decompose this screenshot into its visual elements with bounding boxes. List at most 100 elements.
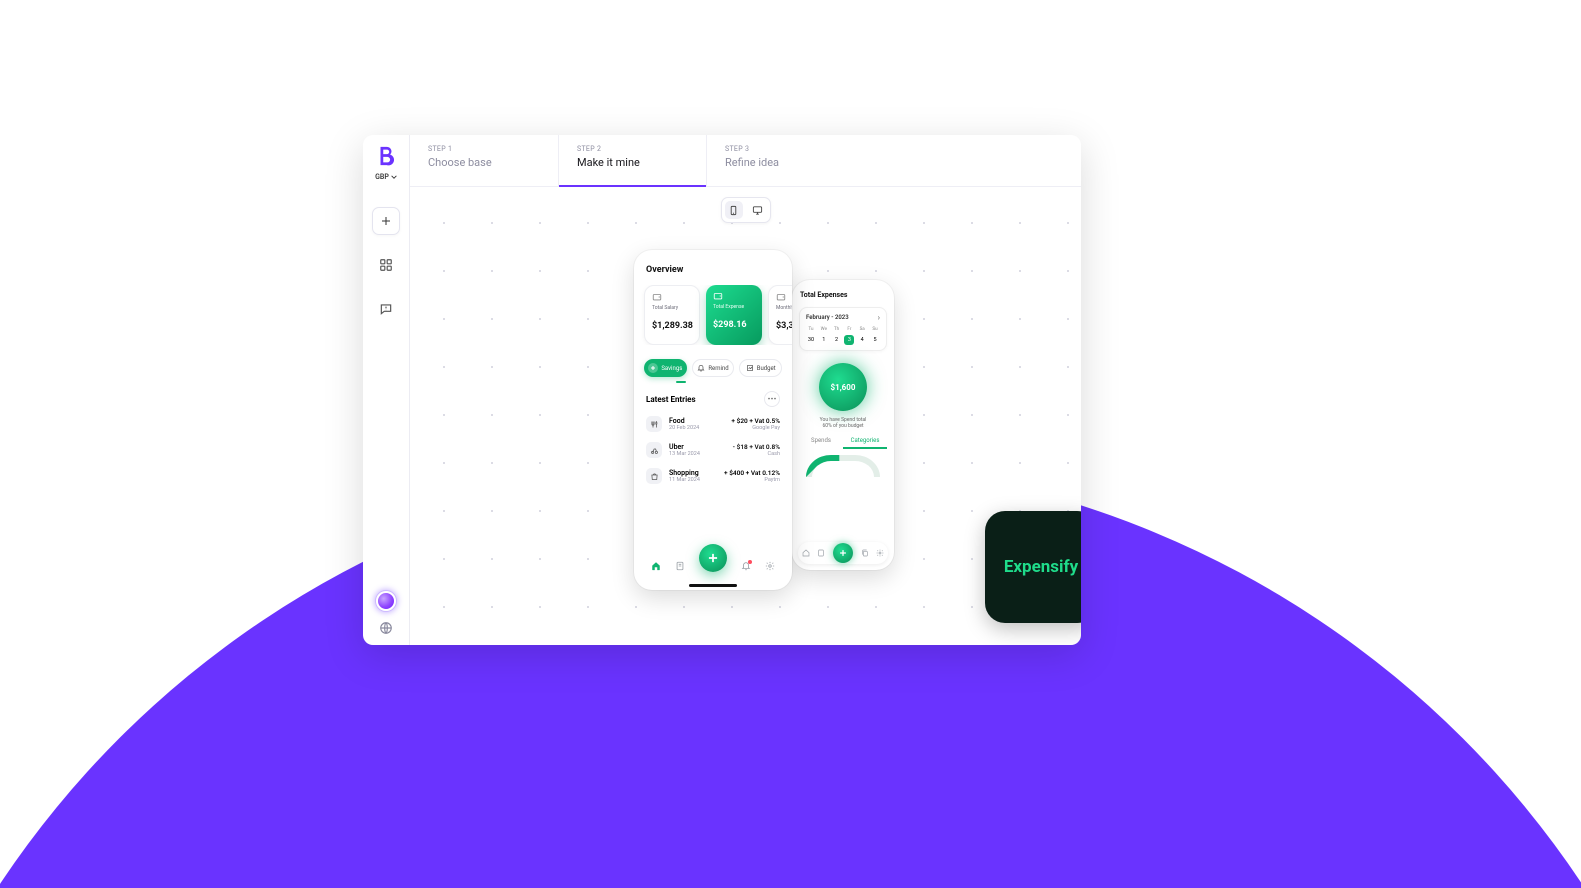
- bell-icon: [697, 364, 705, 372]
- chip-label: Budget: [757, 365, 776, 372]
- chip-label: Savings: [661, 365, 682, 372]
- screen-title: Total Expenses: [792, 280, 894, 307]
- ai-orb-button[interactable]: [376, 591, 396, 611]
- more-button[interactable]: ⋯: [764, 391, 780, 407]
- sidebar-chat-button[interactable]: [372, 295, 400, 323]
- card-label: Total Expense: [713, 304, 755, 310]
- mobile-view-button[interactable]: [725, 201, 743, 219]
- copy-icon[interactable]: [861, 549, 869, 557]
- step-label: STEP 3: [725, 145, 836, 153]
- currency-selector[interactable]: GBP: [375, 173, 397, 181]
- entry-pay: Paytm: [724, 477, 780, 483]
- main: STEP 1 Choose base STEP 2 Make it mine S…: [410, 135, 1081, 645]
- calendar-day[interactable]: Fr3: [844, 327, 854, 345]
- card-value: $3,38: [776, 321, 792, 331]
- fab-add[interactable]: [699, 544, 727, 572]
- day-name: We: [821, 327, 827, 332]
- desktop-icon: [752, 205, 763, 216]
- entry-amount: + $400 + Vat 0.12%: [724, 469, 780, 477]
- card-value: $1,289.38: [652, 321, 692, 331]
- day-name: Tu: [809, 327, 814, 332]
- plus-icon: [706, 551, 720, 565]
- add-button[interactable]: [372, 207, 400, 235]
- card-total-expense[interactable]: Total Expense $298.16: [706, 285, 762, 345]
- grid-icon: [379, 258, 393, 272]
- card-total-salary[interactable]: Total Salary $1,289.38: [644, 285, 700, 345]
- step-label: STEP 1: [428, 145, 540, 153]
- notifications-icon[interactable]: [741, 561, 751, 571]
- calendar-day[interactable]: Su 5: [870, 327, 880, 345]
- desktop-view-button[interactable]: [749, 201, 767, 219]
- calendar-day[interactable]: Th2: [832, 327, 842, 345]
- phone-preview-overview: Overview Total Salary $1,289.38 Total Ex…: [634, 250, 792, 590]
- tab-categories[interactable]: Categories: [843, 437, 887, 449]
- entry-pay: Cash: [733, 451, 780, 457]
- step-title: Make it mine: [577, 156, 688, 169]
- day-number: 1: [819, 335, 829, 345]
- chip-label: Remind: [708, 365, 728, 372]
- card-monthly[interactable]: Monthly $3,38: [768, 285, 792, 345]
- plus-icon: [650, 365, 656, 371]
- step-title: Refine idea: [725, 156, 836, 169]
- fab-add[interactable]: [833, 543, 853, 563]
- doc-icon[interactable]: [817, 549, 825, 557]
- sidebar: GBP: [363, 135, 410, 645]
- wallet-icon: [713, 291, 723, 301]
- bottom-nav: [798, 542, 888, 564]
- calendar-day[interactable]: We 1: [819, 327, 829, 345]
- entry-date: 20 Feb 2024: [669, 425, 724, 431]
- gear-icon[interactable]: [765, 561, 775, 571]
- month-label: February - 2023: [806, 314, 849, 321]
- home-icon[interactable]: [802, 549, 810, 557]
- bell-icon: [741, 561, 751, 571]
- globe-icon[interactable]: [379, 621, 393, 635]
- brand-label: Expensify: [1004, 557, 1078, 577]
- spend-ring-value: $1,600: [831, 383, 856, 392]
- chip-savings[interactable]: Savings: [644, 359, 687, 377]
- chip-budget[interactable]: Budget: [739, 359, 782, 377]
- day-number: 5: [870, 335, 880, 345]
- day-number: 2: [832, 335, 842, 345]
- day-number: 30: [806, 335, 816, 345]
- step-3[interactable]: STEP 3 Refine idea: [706, 135, 854, 186]
- logo: [375, 145, 397, 167]
- list-item[interactable]: Uber 13 Mar 2024 - $18 + Vat 0.8% Cash: [634, 437, 792, 463]
- calendar-days: Tu 30 We 1Th2Fr3Sa4 Su 5: [806, 327, 880, 345]
- screen-title: Overview: [634, 250, 792, 285]
- tab-spends[interactable]: Spends: [799, 437, 843, 449]
- shopping-icon: [646, 468, 662, 484]
- step-2[interactable]: STEP 2 Make it mine: [558, 135, 706, 186]
- list-item[interactable]: Shopping 11 Mar 2024 + $400 + Vat 0.12% …: [634, 463, 792, 489]
- spend-ring: $1,600: [819, 363, 867, 411]
- chevron-right-icon[interactable]: ›: [878, 313, 880, 322]
- entry-amount: - $18 + Vat 0.8%: [733, 443, 780, 451]
- day-number: 4: [857, 335, 867, 345]
- entry-pay: Google Pay: [731, 425, 780, 431]
- sidebar-grid-button[interactable]: [372, 251, 400, 279]
- month-selector[interactable]: February - 2023 › Tu 30 We 1Th2Fr3Sa4 Su 5: [799, 307, 887, 351]
- entry-date: 11 Mar 2024: [669, 477, 717, 483]
- step-1[interactable]: STEP 1 Choose base: [410, 135, 558, 186]
- day-name: Su: [872, 327, 877, 332]
- plus-icon: [838, 548, 848, 558]
- entry-name: Food: [669, 417, 724, 425]
- list-item[interactable]: Food 20 Feb 2024 + $20 + Vat 0.5% Google…: [634, 411, 792, 437]
- step-label: STEP 2: [577, 145, 688, 153]
- view-toggle: [721, 197, 771, 223]
- calendar-day[interactable]: Sa4: [857, 327, 867, 345]
- step-tabs: STEP 1 Choose base STEP 2 Make it mine S…: [410, 135, 1081, 187]
- ride-icon: [646, 442, 662, 458]
- entry-date: 13 Mar 2024: [669, 451, 726, 457]
- bottom-nav: [644, 552, 782, 580]
- home-icon[interactable]: [651, 561, 661, 571]
- doc-icon[interactable]: [675, 561, 685, 571]
- card-value: $298.16: [713, 320, 755, 330]
- mobile-icon: [728, 205, 739, 216]
- chip-remind[interactable]: Remind: [692, 359, 735, 377]
- calendar-day[interactable]: Tu 30: [806, 327, 816, 345]
- entry-name: Shopping: [669, 469, 717, 477]
- quick-actions: Savings Remind Budget: [644, 359, 782, 377]
- gear-icon[interactable]: [876, 549, 884, 557]
- wallet-icon: [652, 292, 662, 302]
- expensify-brand-tile[interactable]: Expensify: [985, 511, 1081, 623]
